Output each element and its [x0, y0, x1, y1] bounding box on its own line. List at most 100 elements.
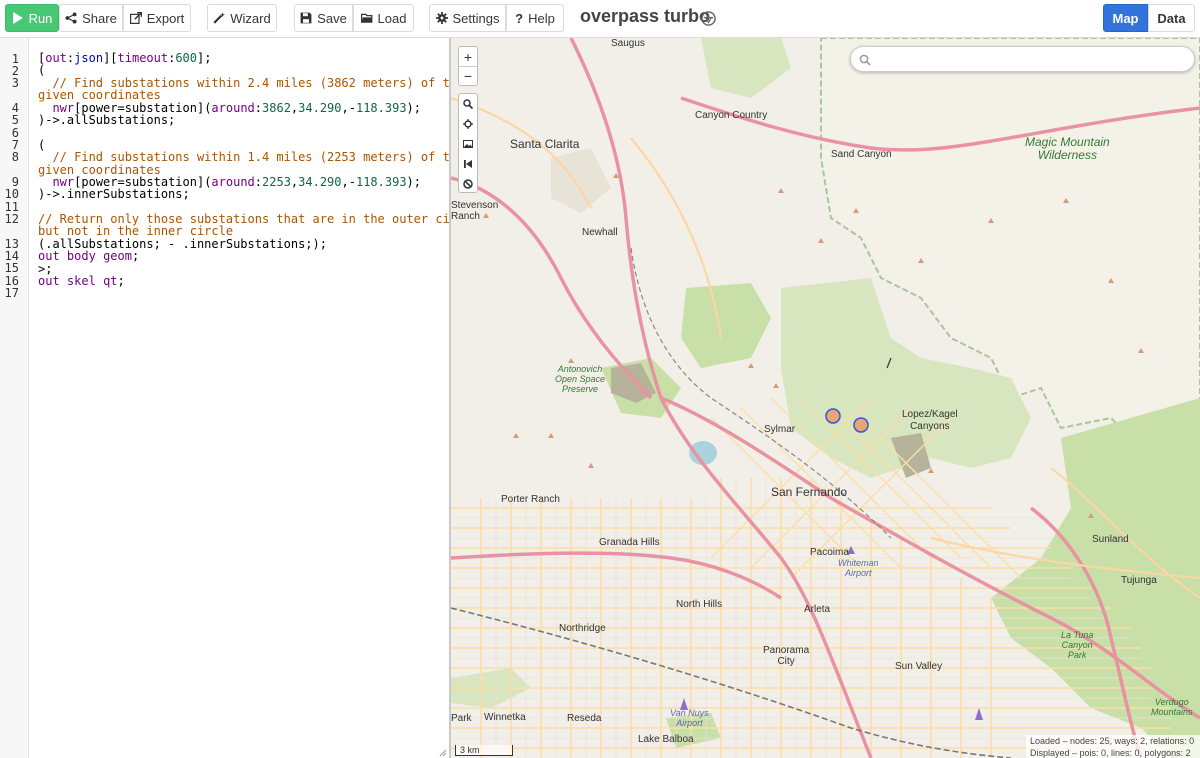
save-label: Save: [317, 10, 347, 26]
map-label: North Hills: [676, 599, 723, 610]
map-label: Panorama City: [763, 645, 810, 667]
code-line: (: [38, 63, 46, 78]
share-label: Share: [82, 10, 117, 26]
map-label: Santa Clarita: [510, 137, 580, 151]
play-icon: [12, 12, 23, 24]
map-label: Verdugo Mountains: [1151, 697, 1193, 717]
tab-data-label: Data: [1157, 10, 1186, 26]
line-number: 8: [11, 150, 19, 164]
run-label: Run: [28, 10, 53, 26]
share-button[interactable]: Share: [59, 4, 123, 32]
map-view[interactable]: Saugus Canyon Country Santa Clarita Sand…: [451, 38, 1200, 758]
folder-open-icon: [360, 13, 372, 23]
code-line: )->.allSubstations;: [38, 112, 176, 127]
line-number: 10: [4, 187, 19, 201]
stats-displayed: Displayed – pois: 0, lines: 0, polygons:…: [1030, 748, 1191, 758]
map-label: La Tuna Canyon Park: [1061, 630, 1094, 660]
map-search-input[interactable]: [850, 46, 1195, 72]
map-tools-control: [458, 93, 478, 193]
run-button[interactable]: Run: [5, 4, 59, 32]
map-label: Antonovich Open Space Preserve: [555, 364, 606, 394]
load-button[interactable]: Load: [353, 4, 414, 32]
line-number-gutter: 1 2 3 4 5 6 7 8 9 10 11 12 13 14 15 16 1…: [0, 38, 29, 758]
image-icon: [463, 140, 473, 148]
map-label: Winnetka: [484, 712, 526, 723]
map-label: Magic Mountain Wilderness: [1025, 135, 1110, 162]
gear-icon: [435, 12, 448, 24]
fullscreen-button[interactable]: [459, 134, 477, 154]
help-button[interactable]: ? Help: [506, 4, 564, 32]
resize-handle-icon[interactable]: [438, 748, 447, 757]
map-label: Porter Ranch: [501, 494, 560, 505]
result-polygon-marker: [825, 408, 841, 424]
zoom-in-button[interactable]: +: [459, 47, 477, 66]
step-back-button[interactable]: [459, 154, 477, 174]
line-number: 5: [11, 113, 19, 127]
map-label: Newhall: [582, 227, 618, 238]
map-label: Sunland: [1092, 534, 1129, 545]
magic-wand-icon: [213, 12, 226, 24]
map-label: Arleta: [804, 604, 831, 615]
map-label: Saugus: [611, 38, 645, 49]
ban-icon: [463, 179, 473, 189]
settings-label: Settings: [452, 10, 500, 26]
map-label: San Fernando: [771, 485, 848, 499]
map-label: Sun Valley: [895, 661, 943, 672]
save-button[interactable]: Save: [294, 4, 353, 32]
settings-button[interactable]: Settings: [429, 4, 506, 32]
tab-map[interactable]: Map: [1103, 4, 1148, 32]
result-polygon-marker: [853, 417, 869, 433]
map-label: Van Nuys Airport: [670, 708, 709, 728]
code-line: [out:json][timeout:600];: [38, 51, 212, 65]
code-editor[interactable]: 1 2 3 4 5 6 7 8 9 10 11 12 13 14 15 16 1…: [0, 38, 479, 758]
map-label: Whiteman Airport: [838, 558, 879, 578]
overpass-logo-icon: [701, 11, 716, 26]
line-number: 12: [4, 212, 19, 226]
scale-bar: 3 km: [455, 745, 513, 756]
tab-data[interactable]: Data: [1148, 4, 1195, 32]
floppy-disk-icon: [300, 12, 312, 24]
map-label: Reseda: [567, 713, 602, 724]
stats-loaded: Loaded – nodes: 25, ways: 2, relations: …: [1030, 736, 1195, 746]
data-stats-panel: Loaded – nodes: 25, ways: 2, relations: …: [1026, 735, 1200, 758]
code-line: )->.innerSubstations;: [38, 187, 190, 202]
query-code[interactable]: [out:json][timeout:600]; ( // Find subst…: [38, 51, 479, 289]
question-mark-icon: ?: [515, 10, 524, 26]
locate-button[interactable]: [459, 114, 477, 134]
zoom-control: + −: [458, 46, 478, 86]
crosshair-icon: [463, 119, 473, 129]
zoom-to-data-button[interactable]: [459, 94, 477, 114]
magnifier-icon: [463, 99, 473, 109]
clear-data-button[interactable]: [459, 174, 477, 194]
export-button[interactable]: Export: [123, 4, 191, 32]
map-label: Park: [451, 713, 472, 724]
wizard-button[interactable]: Wizard: [207, 4, 277, 32]
map-label: Canyon Country: [695, 110, 768, 121]
map-label: Stevenson Ranch: [451, 200, 499, 222]
line-number: 15: [4, 261, 19, 275]
map-label: Sand Canyon: [831, 149, 892, 160]
code-comment-line: // Find substations within 1.4 miles (22…: [38, 150, 465, 165]
map-label: Lopez/Kagel Canyons: [902, 409, 958, 432]
code-line: out skel qt;: [38, 274, 125, 289]
app-title: overpass turbo: [580, 6, 711, 26]
toolbar: Run Share Export Wizard Save Load Settin…: [0, 0, 1200, 38]
tab-map-label: Map: [1112, 10, 1139, 26]
wizard-label: Wizard: [230, 10, 271, 26]
step-back-icon: [464, 160, 472, 168]
line-number: 17: [4, 286, 19, 300]
zoom-out-button[interactable]: −: [459, 66, 477, 85]
code-comment-line: but not in the inner circle: [38, 224, 234, 239]
share-icon: [65, 12, 77, 24]
map-label: Pacoima: [810, 547, 849, 558]
map-label: Lake Balboa: [638, 734, 694, 745]
load-label: Load: [377, 10, 407, 26]
map-label: Tujunga: [1121, 575, 1157, 586]
map-label: Sylmar: [764, 424, 796, 435]
export-icon: [129, 12, 142, 24]
code-line: out body geom;: [38, 249, 140, 264]
map-label: Northridge: [559, 623, 606, 634]
map-label: Granada Hills: [599, 537, 660, 548]
line-number: 3: [11, 76, 19, 90]
